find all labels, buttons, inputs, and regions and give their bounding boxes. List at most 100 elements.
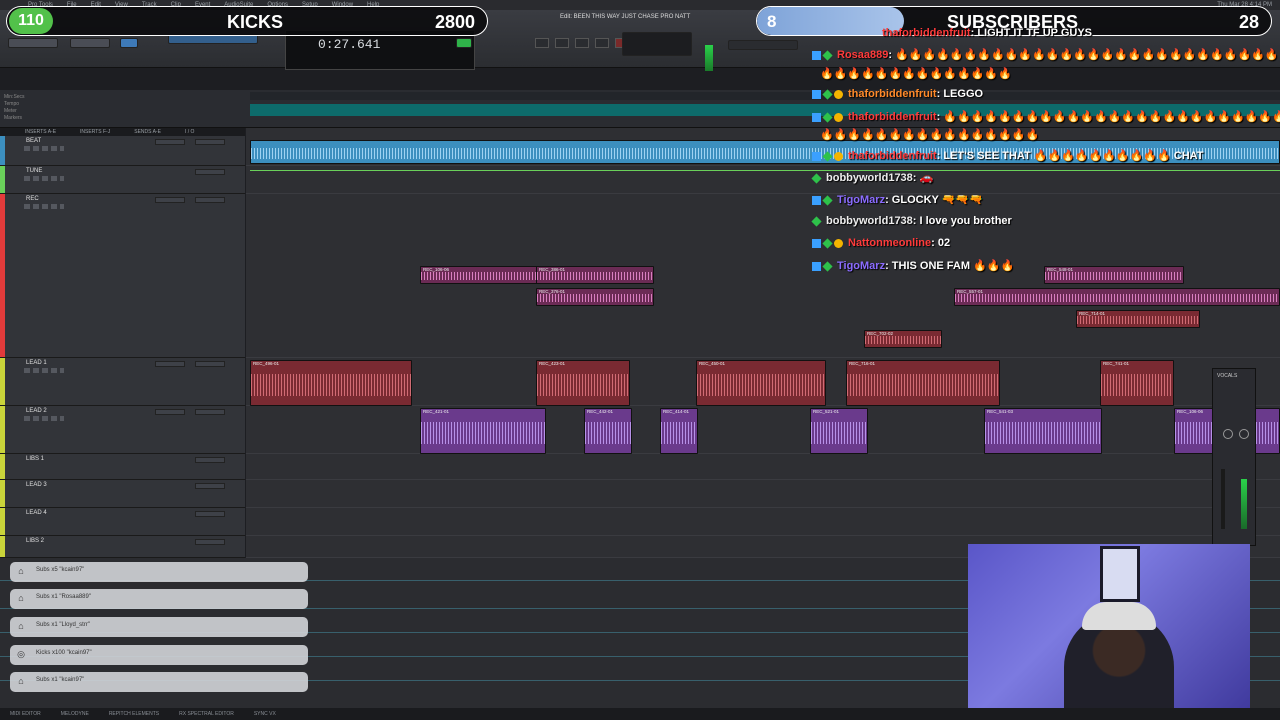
io-selector-beat[interactable] (195, 139, 225, 145)
grid-button[interactable] (120, 38, 138, 48)
chat-message: thaforbiddenfruit: LIGHT IT TF UP GUYS (882, 27, 1092, 39)
pan-knob-icon[interactable] (1239, 429, 1249, 439)
clip-lead2-3[interactable]: REC_414-01 (660, 408, 698, 454)
io-selector-libs-2[interactable] (195, 539, 225, 545)
track-header-libs-2[interactable]: LIBS 2 (0, 536, 245, 558)
rewind-button[interactable] (535, 38, 549, 48)
track-header-libs-1[interactable]: LIBS 1 (0, 454, 245, 480)
pan-knob-icon[interactable] (1223, 429, 1233, 439)
track-buttons-tune[interactable] (24, 176, 64, 181)
track-header-lead-2[interactable]: LEAD 2 (0, 406, 245, 454)
alert-item: ⌂ Subs x1 "Rosaa889" (10, 589, 308, 609)
track-name-lead-2[interactable]: LEAD 2 (26, 408, 47, 414)
clip-rec-1[interactable]: REC_106-06 (420, 266, 538, 284)
chat-badges (811, 172, 823, 184)
track-name-lead-4[interactable]: LEAD 4 (26, 510, 47, 516)
tab-midi-editor[interactable]: MIDI EDITOR (10, 711, 41, 717)
track-buttons-beat[interactable] (24, 146, 64, 151)
track-name-lead-1[interactable]: LEAD 1 (26, 360, 47, 366)
nudge-indicator[interactable] (456, 38, 472, 48)
io-selector-libs-1[interactable] (195, 457, 225, 463)
mixer-label: VOCALS (1217, 373, 1238, 379)
io-selector-lead-1[interactable] (195, 361, 225, 367)
clip-lead1-2[interactable]: REC_423-01 (536, 360, 630, 406)
clip-lead1-4[interactable]: REC_716-01 (846, 360, 1000, 406)
insert-slot-beat[interactable] (155, 139, 185, 145)
forward-button[interactable] (595, 38, 609, 48)
alert-item: ⌂ Subs x5 "kcain97" (10, 562, 308, 582)
track-name-lead-3[interactable]: LEAD 3 (26, 482, 47, 488)
tab-melodyne[interactable]: MELODYNE (61, 711, 89, 717)
track-name-libs-2[interactable]: LIBS 2 (26, 538, 44, 544)
track-name-beat[interactable]: BEAT (26, 138, 41, 144)
edit-mode-button[interactable] (8, 38, 58, 48)
clip-lead2-4[interactable]: REC_521-01 (810, 408, 868, 454)
chat-text: : 02 (931, 237, 951, 249)
chat-text: : LIGHT IT TF UP GUYS (970, 27, 1093, 39)
chat-fire-line: 🔥🔥🔥🔥🔥🔥🔥🔥🔥🔥🔥🔥🔥🔥 (820, 68, 1012, 80)
gem-badge-icon (822, 261, 833, 272)
clip-name: REC_421-01 (423, 409, 450, 414)
clip-rec-5[interactable]: REC_557-01 (954, 288, 1280, 306)
track-header-lead-1[interactable]: LEAD 1 (0, 358, 245, 406)
insert-slot-lead-1[interactable] (155, 361, 185, 367)
clip-rec-4[interactable]: REC_702-02 (864, 330, 942, 348)
insert-slot-rec[interactable] (155, 197, 185, 203)
clip-lead2-2[interactable]: REC_442-01 (584, 408, 632, 454)
clip-rec-7[interactable]: REC_714-01 (1076, 310, 1200, 328)
clip-rec-2[interactable]: REC_386-01 (536, 266, 654, 284)
track-name-libs-1[interactable]: LIBS 1 (26, 456, 44, 462)
alert-text: Subs x1 "kcain97" (36, 677, 85, 683)
tab-repitch-elements[interactable]: REPITCH ELEMENTS (109, 711, 159, 717)
alert-item: ◎ Kicks x100 "kcain97" (10, 645, 308, 665)
track-header-beat[interactable]: BEAT (0, 136, 245, 166)
stop-button[interactable] (555, 38, 569, 48)
track-header-rec[interactable]: REC (0, 194, 245, 358)
clip-lead1-1[interactable]: REC_496-01 (250, 360, 412, 406)
vocals-mixer-strip[interactable]: VOCALS (1212, 368, 1256, 546)
clip-lead1-3[interactable]: REC_450-01 (696, 360, 826, 406)
ruler-label-meter: Meter (4, 108, 17, 114)
track-header-lead-3[interactable]: LEAD 3 (0, 480, 245, 508)
io-selector-lead-2[interactable] (195, 409, 225, 415)
clip-rec-3[interactable]: REC_376-01 (536, 288, 654, 306)
waveform (847, 374, 999, 397)
grid-nudge-settings[interactable] (728, 40, 798, 50)
waveform (865, 335, 941, 344)
play-button[interactable] (575, 38, 589, 48)
ruler-label-markers: Markers (4, 115, 23, 121)
tab-sync-vx[interactable]: SYNC VX (254, 711, 276, 717)
waveform (537, 293, 653, 302)
clip-name: REC_496-01 (253, 361, 280, 366)
clip-lead2-1[interactable]: REC_421-01 (420, 408, 546, 454)
io-selector-tune[interactable] (195, 169, 225, 175)
lane-lead-4[interactable] (246, 508, 1280, 536)
track-name-rec[interactable]: REC (26, 196, 39, 202)
lane-lead-2[interactable]: REC_421-01 REC_442-01 REC_414-01 REC_521… (246, 406, 1280, 454)
track-buttons-lead-2[interactable] (24, 416, 64, 421)
tab-rx-spectral-editor[interactable]: RX SPECTRAL EDITOR (179, 711, 234, 717)
chat-text: : LEGGO (936, 88, 984, 100)
io-selector-lead-3[interactable] (195, 483, 225, 489)
fader-track[interactable] (1221, 469, 1225, 529)
lane-libs-1[interactable] (246, 454, 1280, 480)
zoom-presets-button[interactable] (70, 38, 110, 48)
tempo-display[interactable] (622, 32, 692, 56)
track-color-beat (0, 136, 5, 165)
headphones-cap (1082, 602, 1156, 630)
io-selector-rec[interactable] (195, 197, 225, 203)
insert-slot-lead-2[interactable] (155, 409, 185, 415)
clip-lead2-5[interactable]: REC_541-03 (984, 408, 1102, 454)
clip-name: REC_106-06 (1177, 409, 1204, 414)
level-meter (1241, 479, 1247, 529)
io-selector-lead-4[interactable] (195, 511, 225, 517)
chat-text: : 🔥🔥🔥🔥🔥🔥🔥🔥🔥🔥🔥🔥🔥🔥🔥🔥🔥🔥🔥🔥🔥🔥🔥🔥🔥 (936, 111, 1280, 123)
clip-lead1-5[interactable]: REC_741-01 (1100, 360, 1174, 406)
track-header-tune[interactable]: TUNE (0, 166, 245, 194)
track-buttons-rec[interactable] (24, 204, 64, 209)
track-buttons-lead-1[interactable] (24, 368, 64, 373)
track-name-tune[interactable]: TUNE (26, 168, 42, 174)
track-header-lead-4[interactable]: LEAD 4 (0, 508, 245, 536)
lane-lead-3[interactable] (246, 480, 1280, 508)
lane-lead-1[interactable]: REC_496-01 REC_423-01 REC_450-01 REC_716… (246, 358, 1280, 406)
